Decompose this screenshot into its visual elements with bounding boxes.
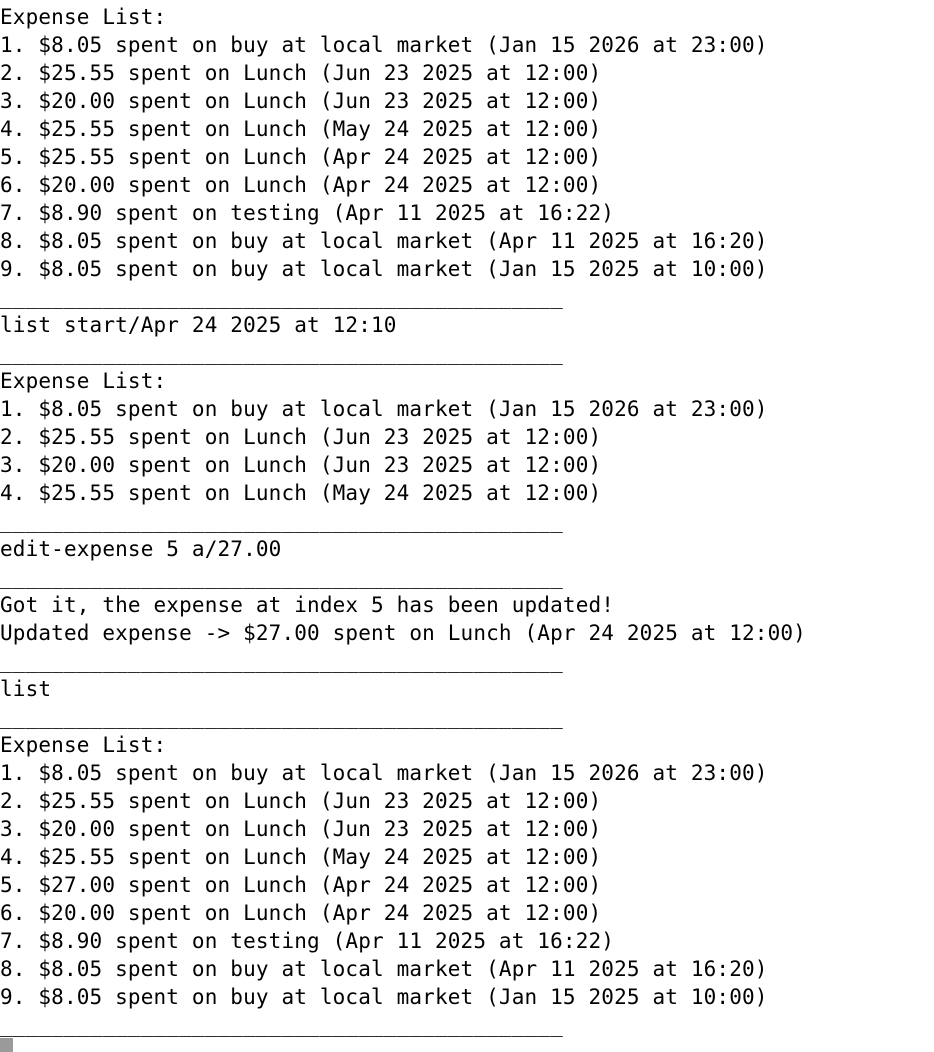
- output-line: 2. $25.55 spent on Lunch (Jun 23 2025 at…: [0, 425, 602, 449]
- output-line: 8. $8.05 spent on buy at local market (A…: [0, 229, 768, 253]
- output-line: 8. $8.05 spent on buy at local market (A…: [0, 957, 768, 981]
- terminal-output: Expense List: 1. $8.05 spent on buy at lo…: [0, 3, 934, 1039]
- output-line: Updated expense -> $27.00 spent on Lunch…: [0, 621, 806, 645]
- output-line: 7. $8.90 spent on testing (Apr 11 2025 a…: [0, 201, 615, 225]
- output-line: 4. $25.55 spent on Lunch (May 24 2025 at…: [0, 845, 602, 869]
- output-line: 2. $25.55 spent on Lunch (Jun 23 2025 at…: [0, 789, 602, 813]
- output-line: 4. $25.55 spent on Lunch (May 24 2025 at…: [0, 117, 602, 141]
- output-line: 6. $20.00 spent on Lunch (Apr 24 2025 at…: [0, 901, 602, 925]
- output-line: 9. $8.05 spent on buy at local market (J…: [0, 985, 768, 1009]
- output-line: 6. $20.00 spent on Lunch (Apr 24 2025 at…: [0, 173, 602, 197]
- command-line: list: [0, 677, 52, 701]
- output-line: 4. $25.55 spent on Lunch (May 24 2025 at…: [0, 481, 602, 505]
- command-line: list start/Apr 24 2025 at 12:10: [0, 313, 397, 337]
- terminal-cursor[interactable]: [0, 1038, 13, 1052]
- output-line: 9. $8.05 spent on buy at local market (J…: [0, 257, 768, 281]
- separator-line: ________________________________________…: [0, 509, 563, 533]
- output-line: 1. $8.05 spent on buy at local market (J…: [0, 397, 768, 421]
- output-line: Got it, the expense at index 5 has been …: [0, 593, 615, 617]
- expense-list-header: Expense List:: [0, 5, 167, 29]
- output-line: 3. $20.00 spent on Lunch (Jun 23 2025 at…: [0, 89, 602, 113]
- separator-line: ________________________________________…: [0, 285, 563, 309]
- output-line: 1. $8.05 spent on buy at local market (J…: [0, 33, 768, 57]
- expense-list-header: Expense List:: [0, 369, 167, 393]
- separator-line: ________________________________________…: [0, 649, 563, 673]
- separator-line: ________________________________________…: [0, 565, 563, 589]
- output-line: 1. $8.05 spent on buy at local market (J…: [0, 761, 768, 785]
- output-line: 3. $20.00 spent on Lunch (Jun 23 2025 at…: [0, 817, 602, 841]
- output-line: 7. $8.90 spent on testing (Apr 11 2025 a…: [0, 929, 615, 953]
- output-line: 3. $20.00 spent on Lunch (Jun 23 2025 at…: [0, 453, 602, 477]
- separator-line: ________________________________________…: [0, 1013, 563, 1037]
- expense-list-header: Expense List:: [0, 733, 167, 757]
- output-line: 5. $27.00 spent on Lunch (Apr 24 2025 at…: [0, 873, 602, 897]
- command-line: edit-expense 5 a/27.00: [0, 537, 282, 561]
- separator-line: ________________________________________…: [0, 341, 563, 365]
- output-line: 5. $25.55 spent on Lunch (Apr 24 2025 at…: [0, 145, 602, 169]
- output-line: 2. $25.55 spent on Lunch (Jun 23 2025 at…: [0, 61, 602, 85]
- separator-line: ________________________________________…: [0, 705, 563, 729]
